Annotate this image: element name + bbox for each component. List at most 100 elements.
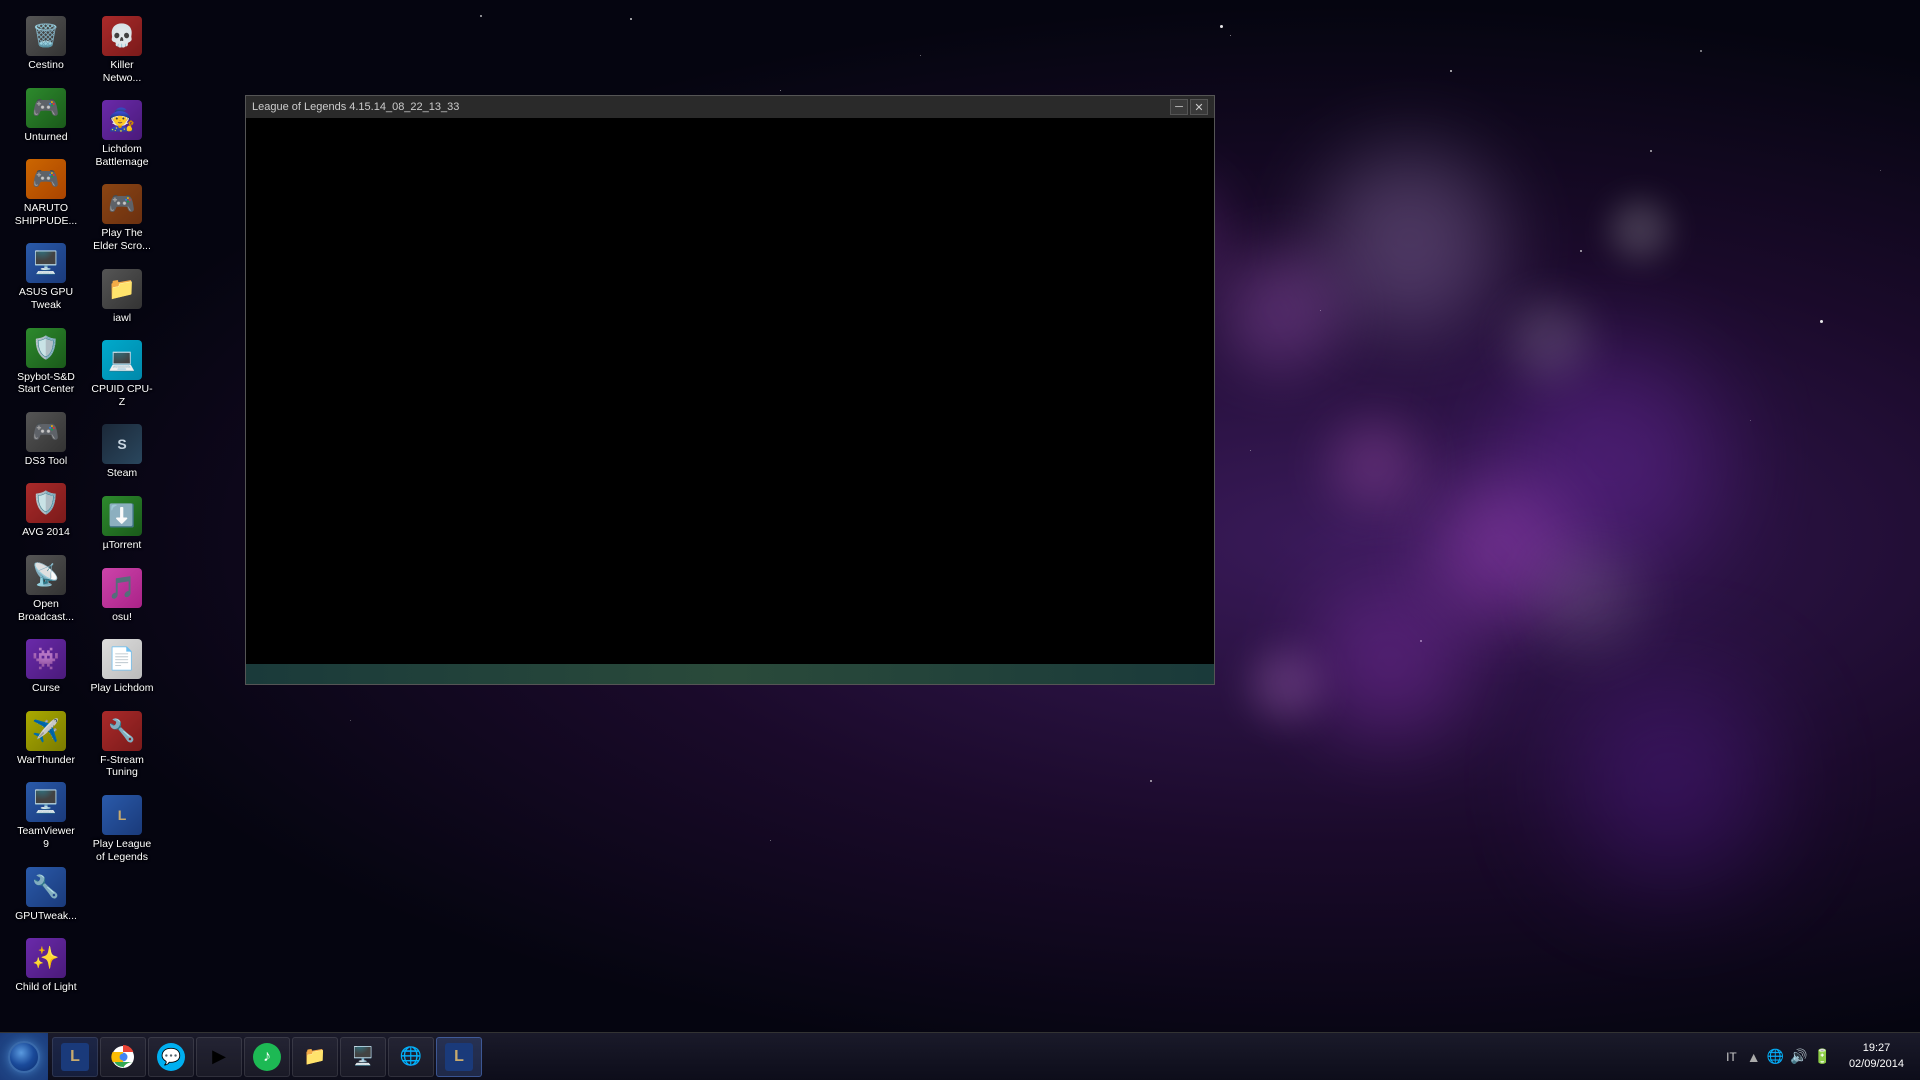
steam-label: Steam <box>107 467 137 480</box>
desktop-icons-container: 🗑️ Cestino 🎮 Unturned 🎮 NARUTO SHIPPUDE.… <box>0 0 230 1032</box>
bokeh-2 <box>1220 250 1340 370</box>
icon-warthunder[interactable]: ✈️ WarThunder <box>10 705 82 773</box>
taskbar-explorer[interactable]: 📁 <box>292 1037 338 1077</box>
tray-power-icon[interactable]: 🔋 <box>1814 1048 1831 1065</box>
taskbar-remote-icon: 🖥️ <box>349 1043 377 1071</box>
bokeh-4 <box>1330 420 1420 510</box>
iawl-icon: 📁 <box>102 269 142 309</box>
taskbar-remote[interactable]: 🖥️ <box>340 1037 386 1077</box>
cestino-label: Cestino <box>28 59 64 72</box>
unturned-label: Unturned <box>24 131 67 144</box>
icon-childoflight[interactable]: ✨ Child of Light <box>10 932 82 1000</box>
icon-utorrent[interactable]: ⬇️ µTorrent <box>86 490 158 558</box>
tray-network-icon[interactable]: 🌐 <box>1767 1048 1784 1065</box>
taskbar-network[interactable]: 🌐 <box>388 1037 434 1077</box>
icon-naruto[interactable]: 🎮 NARUTO SHIPPUDE... <box>10 153 82 233</box>
tray-expand-icon[interactable]: ▲ <box>1747 1049 1761 1065</box>
icon-osu[interactable]: 🎵 osu! <box>86 562 158 630</box>
taskbar-lol-active[interactable]: L <box>436 1037 482 1077</box>
clock-date: 02/09/2014 <box>1849 1057 1904 1072</box>
utorrent-icon: ⬇️ <box>102 496 142 536</box>
taskbar-spotify-icon: ♪ <box>253 1043 281 1071</box>
icon-asus-gpu[interactable]: 🖥️ ASUS GPU Tweak <box>10 237 82 317</box>
avg-icon: 🛡️ <box>26 483 66 523</box>
obs-label: Open Broadcast... <box>14 598 78 623</box>
icon-spybot[interactable]: 🛡️ Spybot-S&D Start Center <box>10 322 82 402</box>
taskbar-skype-icon: 💬 <box>157 1043 185 1071</box>
killer-label: Killer Netwo... <box>90 59 154 84</box>
start-orb-icon <box>8 1041 40 1073</box>
osu-label: osu! <box>112 611 132 624</box>
taskbar-chrome-icon <box>109 1043 137 1071</box>
taskbar-media[interactable]: ▶ <box>196 1037 242 1077</box>
bokeh-large-1 <box>1320 150 1500 330</box>
system-tray: IT ▲ 🌐 🔊 🔋 <box>1716 1048 1837 1065</box>
bokeh-6 <box>1540 550 1640 650</box>
utorrent-label: µTorrent <box>103 539 142 552</box>
taskbar-right: IT ▲ 🌐 🔊 🔋 19:27 02/09/2014 <box>1708 1033 1920 1080</box>
icon-iawl[interactable]: 📁 iawl <box>86 263 158 331</box>
cestino-icon: 🗑️ <box>26 16 66 56</box>
gputweak-icon: 🔧 <box>26 867 66 907</box>
lol-window: League of Legends 4.15.14_08_22_13_33 ─ … <box>245 95 1215 685</box>
taskbar: L 💬 ▶ <box>0 1032 1920 1080</box>
desktop: 🗑️ Cestino 🎮 Unturned 🎮 NARUTO SHIPPUDE.… <box>0 0 1920 1080</box>
language-indicator: IT <box>1722 1050 1741 1064</box>
osu-icon: 🎵 <box>102 568 142 608</box>
taskbar-skype[interactable]: 💬 <box>148 1037 194 1077</box>
asus-gpu-label: ASUS GPU Tweak <box>14 286 78 311</box>
cpuid-label: CPUID CPU-Z <box>90 383 154 408</box>
window-minimize-button[interactable]: ─ <box>1170 99 1188 115</box>
ds3tool-label: DS3 Tool <box>25 455 67 468</box>
spybot-label: Spybot-S&D Start Center <box>14 371 78 396</box>
cpuid-icon: 💻 <box>102 340 142 380</box>
window-controls: ─ ✕ <box>1170 99 1208 115</box>
playelder-label: Play The Elder Scro... <box>90 227 154 252</box>
asus-gpu-icon: 🖥️ <box>26 243 66 283</box>
icon-playleague[interactable]: L Play League of Legends <box>86 789 158 869</box>
start-button[interactable] <box>0 1033 48 1080</box>
playlichdm-label: Play Lichdom <box>90 682 153 695</box>
warthunder-icon: ✈️ <box>26 711 66 751</box>
system-clock[interactable]: 19:27 02/09/2014 <box>1841 1041 1912 1072</box>
window-titlebar: League of Legends 4.15.14_08_22_13_33 ─ … <box>246 96 1214 118</box>
icon-cestino[interactable]: 🗑️ Cestino <box>10 10 82 78</box>
icon-killer[interactable]: 💀 Killer Netwo... <box>86 10 158 90</box>
icon-avg[interactable]: 🛡️ AVG 2014 <box>10 477 82 545</box>
tray-volume-icon[interactable]: 🔊 <box>1790 1048 1807 1065</box>
steam-icon: S <box>102 424 142 464</box>
teamviewer-icon: 🖥️ <box>26 782 66 822</box>
teamviewer-label: TeamViewer 9 <box>14 825 78 850</box>
taskbar-lol-active-icon: L <box>445 1043 473 1071</box>
bokeh-8 <box>1250 650 1320 720</box>
curse-label: Curse <box>32 682 60 695</box>
icon-cpuid[interactable]: 💻 CPUID CPU-Z <box>86 334 158 414</box>
killer-icon: 💀 <box>102 16 142 56</box>
icon-obs[interactable]: 📡 Open Broadcast... <box>10 549 82 629</box>
icon-gputweak[interactable]: 🔧 GPUTweak... <box>10 861 82 929</box>
taskbar-network-icon: 🌐 <box>397 1043 425 1071</box>
icon-steam[interactable]: S Steam <box>86 418 158 486</box>
taskbar-lol-launcher[interactable]: L <box>52 1037 98 1077</box>
icon-curse[interactable]: 👾 Curse <box>10 633 82 701</box>
icon-lichdom[interactable]: 🧙 Lichdom Battlemage <box>86 94 158 174</box>
playleague-label: Play League of Legends <box>90 838 154 863</box>
icon-playlichdm[interactable]: 📄 Play Lichdom <box>86 633 158 701</box>
curse-icon: 👾 <box>26 639 66 679</box>
taskbar-spotify[interactable]: ♪ <box>244 1037 290 1077</box>
taskbar-explorer-icon: 📁 <box>301 1043 329 1071</box>
window-bottom-bar <box>246 664 1214 684</box>
warthunder-label: WarThunder <box>17 754 75 767</box>
icon-teamviewer[interactable]: 🖥️ TeamViewer 9 <box>10 776 82 856</box>
icon-ds3tool[interactable]: 🎮 DS3 Tool <box>10 406 82 474</box>
window-close-button[interactable]: ✕ <box>1190 99 1208 115</box>
icon-unturned[interactable]: 🎮 Unturned <box>10 82 82 150</box>
icon-playelder[interactable]: 🎮 Play The Elder Scro... <box>86 178 158 258</box>
bokeh-large-3 <box>1570 680 1770 880</box>
playlichdm-icon: 📄 <box>102 639 142 679</box>
icon-fstream[interactable]: 🔧 F-Stream Tuning <box>86 705 158 785</box>
bokeh-7 <box>1310 580 1470 740</box>
childoflight-icon: ✨ <box>26 938 66 978</box>
taskbar-chrome[interactable] <box>100 1037 146 1077</box>
playelder-icon: 🎮 <box>102 184 142 224</box>
